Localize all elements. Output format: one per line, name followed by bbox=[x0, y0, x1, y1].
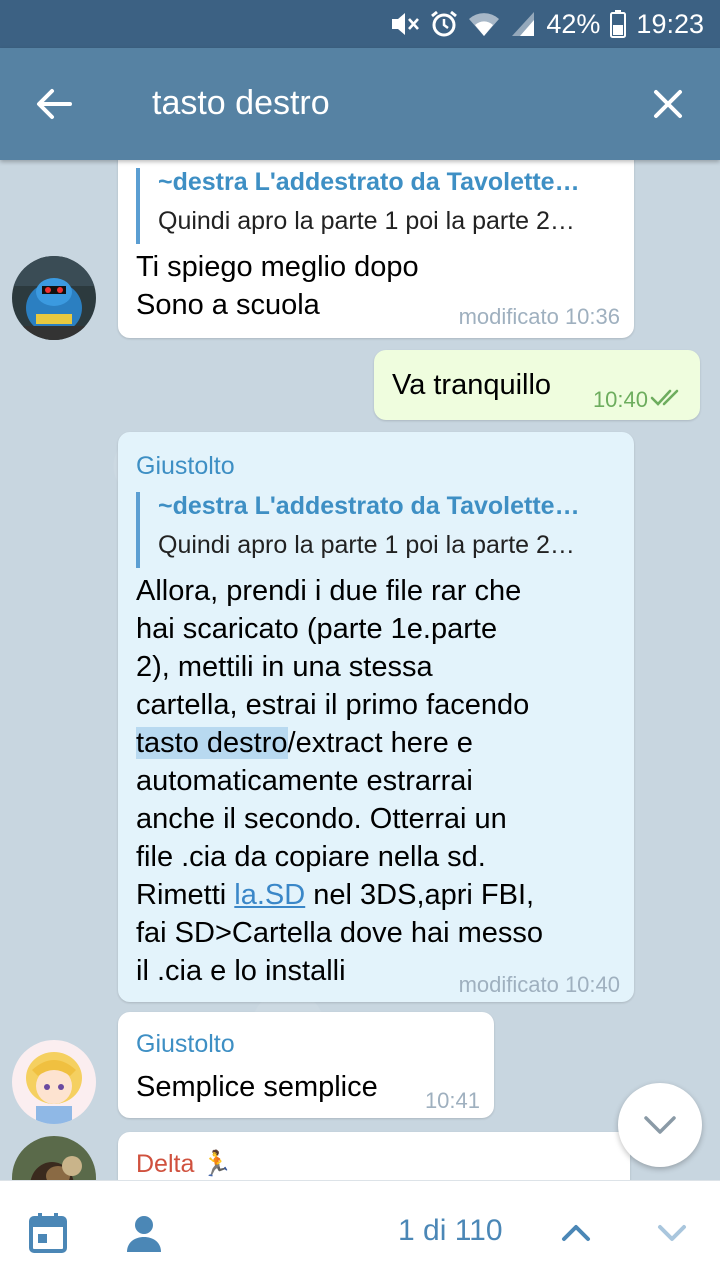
message-line-rest: nel 3DS,apri FBI, bbox=[305, 879, 535, 911]
avatar-anime-girl-icon bbox=[12, 1040, 96, 1124]
message-time: modificato 10:40 bbox=[458, 972, 620, 997]
search-input[interactable]: tasto destro bbox=[152, 84, 330, 123]
status-bar: 42% 19:23 bbox=[0, 0, 720, 48]
message-text: Semplice semplice bbox=[136, 1071, 378, 1103]
avatar[interactable] bbox=[12, 1136, 96, 1180]
person-icon bbox=[127, 1216, 161, 1252]
sender-name[interactable]: Giustolto bbox=[136, 1030, 235, 1059]
message-time: 10:40 bbox=[592, 387, 648, 412]
clock: 19:23 bbox=[636, 8, 704, 39]
message-line: Rimetti la.SD nel 3DS,apri FBI, bbox=[136, 876, 543, 914]
message-bubble[interactable]: ~destra L'addestrato da Tavolette… Quind… bbox=[118, 160, 634, 338]
message-link[interactable]: la.SD bbox=[234, 879, 305, 911]
message-line: cartella, estrai il primo facendo bbox=[136, 689, 530, 721]
wifi-icon bbox=[469, 13, 500, 36]
reply-quote-name: ~destra L'addestrato da Tavolette… bbox=[158, 492, 580, 520]
message-line-rest: /extract here e bbox=[287, 727, 473, 759]
reply-quote-text: Quindi apro la parte 1 poi la parte 2… bbox=[158, 531, 575, 559]
calendar-icon bbox=[29, 1213, 67, 1253]
chat-area[interactable]: ~destra L'addestrato da Tavolette… Quind… bbox=[0, 160, 720, 1180]
reply-quote[interactable]: ~destra L'addestrato da Tavolette… Quind… bbox=[136, 492, 580, 568]
reply-quote-name: ~destra L'addestrato da Tavolette… bbox=[158, 168, 580, 196]
message-line: Ti spiego meglio dopo bbox=[136, 251, 419, 283]
message-line: 2), mettili in una stessa bbox=[136, 651, 433, 683]
message-bubble-outgoing[interactable]: Va tranquillo 10:40 bbox=[374, 350, 700, 420]
chevron-down-icon bbox=[658, 1225, 686, 1241]
avatar[interactable] bbox=[12, 1040, 96, 1124]
sender-name[interactable]: Giustolto bbox=[136, 452, 235, 481]
mute-icon bbox=[392, 13, 420, 35]
message-text: Va tranquillo bbox=[392, 369, 552, 401]
clear-search-button[interactable] bbox=[636, 78, 700, 130]
chevron-down-icon bbox=[644, 1116, 676, 1134]
status-icons: 42% 19:23 bbox=[390, 0, 704, 48]
search-result-counter: 1 di 110 bbox=[398, 1214, 503, 1247]
search-by-user-button[interactable] bbox=[118, 1207, 170, 1259]
message-line: Sono a scuola bbox=[136, 289, 320, 321]
avatar-dog-icon bbox=[12, 1136, 96, 1180]
avatar-robot-icon bbox=[12, 256, 96, 340]
message-line: tasto destro/extract here e bbox=[136, 724, 543, 762]
battery-icon bbox=[610, 10, 627, 38]
message-line: automaticamente estrarrai bbox=[136, 765, 473, 797]
message-time: modificato 10:36 bbox=[458, 304, 620, 329]
avatar[interactable] bbox=[12, 256, 96, 340]
search-nav-bar: 1 di 110 bbox=[0, 1180, 720, 1280]
message-time: 10:41 bbox=[424, 1088, 480, 1113]
previous-result-button[interactable] bbox=[550, 1207, 602, 1259]
message-text: Allora, prendi i due file rar che hai sc… bbox=[136, 572, 543, 990]
message-line: Allora, prendi i due file rar che bbox=[136, 575, 522, 607]
chevron-up-icon bbox=[562, 1225, 590, 1241]
message-line-prefix: Rimetti bbox=[136, 879, 235, 911]
message-text: Ti spiego meglio dopo Sono a scuola bbox=[136, 248, 419, 324]
back-button[interactable] bbox=[22, 78, 86, 130]
double-check-icon bbox=[650, 389, 679, 406]
reply-quote-text: Quindi apro la parte 1 poi la parte 2… bbox=[158, 207, 575, 235]
alarm-icon bbox=[431, 10, 458, 37]
search-highlight: tasto destro bbox=[136, 727, 288, 759]
message-bubble-search-result[interactable]: Giustolto ~destra L'addestrato da Tavole… bbox=[118, 432, 634, 1002]
message-bubble[interactable]: Giustolto Semplice semplice 10:41 bbox=[118, 1012, 494, 1118]
battery-percent: 42% bbox=[546, 8, 601, 39]
message-bubble[interactable]: Delta 🏃 bbox=[118, 1132, 630, 1180]
message-line: file .cia da copiare nella sd. bbox=[136, 841, 486, 873]
search-toolbar: tasto destro bbox=[0, 48, 720, 160]
search-by-date-button[interactable] bbox=[22, 1207, 74, 1259]
message-line: fai SD>Cartella dove hai messo bbox=[136, 917, 544, 949]
sender-name[interactable]: Delta 🏃 bbox=[136, 1150, 232, 1179]
reply-quote[interactable]: ~destra L'addestrato da Tavolette… Quind… bbox=[136, 168, 580, 244]
next-result-button[interactable] bbox=[646, 1207, 698, 1259]
scroll-down-button[interactable] bbox=[618, 1083, 702, 1167]
message-line: anche il secondo. Otterrai un bbox=[136, 803, 507, 835]
message-line: hai scaricato (parte 1e.parte bbox=[136, 613, 498, 645]
close-icon bbox=[654, 90, 682, 118]
signal-icon bbox=[512, 12, 535, 36]
arrow-left-icon bbox=[37, 89, 72, 119]
